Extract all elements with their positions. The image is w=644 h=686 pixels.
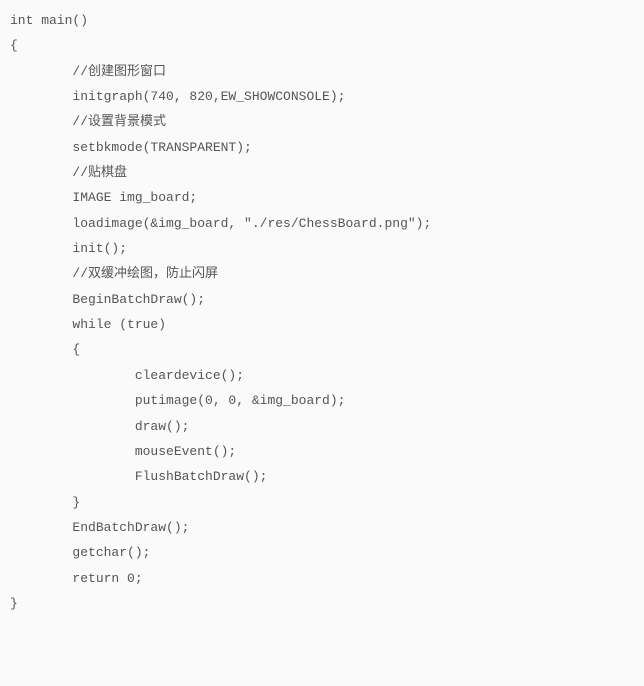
code-line: IMAGE img_board; [10, 185, 634, 210]
code-line: //创建图形窗口 [10, 59, 634, 84]
code-line: EndBatchDraw(); [10, 515, 634, 540]
code-line: while (true) [10, 312, 634, 337]
code-line: getchar(); [10, 540, 634, 565]
code-line: //设置背景模式 [10, 109, 634, 134]
code-line: } [10, 591, 634, 616]
code-line: initgraph(740, 820,EW_SHOWCONSOLE); [10, 84, 634, 109]
code-line: { [10, 33, 634, 58]
code-line: init(); [10, 236, 634, 261]
code-line: setbkmode(TRANSPARENT); [10, 135, 634, 160]
code-line: putimage(0, 0, &img_board); [10, 388, 634, 413]
code-line: { [10, 337, 634, 362]
code-line: BeginBatchDraw(); [10, 287, 634, 312]
code-block: int main(){ //创建图形窗口 initgraph(740, 820,… [10, 8, 634, 616]
code-line: } [10, 490, 634, 515]
code-line: //双缓冲绘图，防止闪屏 [10, 261, 634, 286]
code-line: loadimage(&img_board, "./res/ChessBoard.… [10, 211, 634, 236]
code-line: FlushBatchDraw(); [10, 464, 634, 489]
code-line: //贴棋盘 [10, 160, 634, 185]
code-line: int main() [10, 8, 634, 33]
code-line: draw(); [10, 414, 634, 439]
code-line: mouseEvent(); [10, 439, 634, 464]
code-line: cleardevice(); [10, 363, 634, 388]
code-line: return 0; [10, 566, 634, 591]
